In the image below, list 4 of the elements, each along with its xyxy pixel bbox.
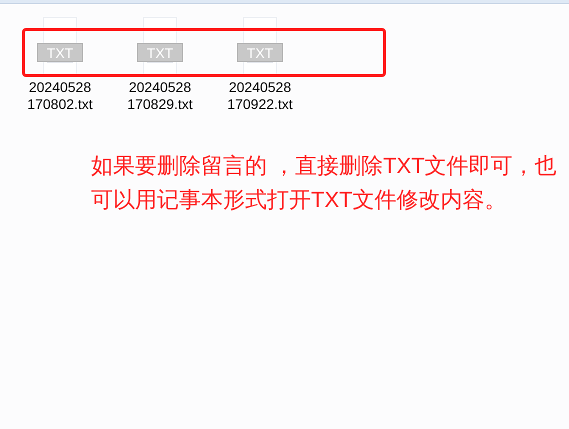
file-name[interactable]: 20240528 170802.txt — [27, 79, 93, 113]
file-name[interactable]: 20240528 170922.txt — [227, 79, 293, 113]
annotation-text: 如果要删除留言的 ，直接删除TXT文件即可，也可以用记事本形式打开TXT文件修改内容。 — [91, 152, 558, 214]
file-name[interactable]: 20240528 170829.txt — [127, 79, 193, 113]
